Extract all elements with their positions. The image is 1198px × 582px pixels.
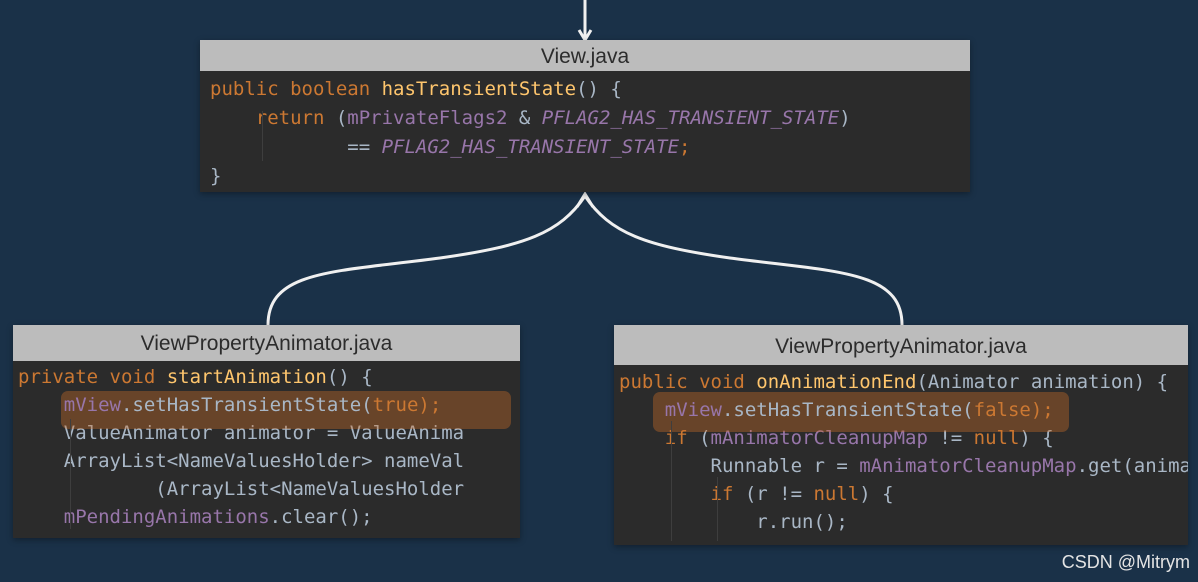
code-token: (Animator animation) { bbox=[916, 371, 1169, 393]
code-token: & bbox=[507, 107, 542, 129]
view-java-code: public boolean hasTransientState() { ret… bbox=[200, 71, 970, 191]
code-line: mView.setHasTransientState(false); bbox=[619, 396, 1188, 424]
code-line: mPendingAnimations.clear(); bbox=[18, 503, 520, 531]
code-token: mView bbox=[63, 394, 121, 416]
right-connector-curve bbox=[583, 195, 904, 326]
code-token: hasTransientState bbox=[381, 78, 577, 100]
indent-guide bbox=[717, 477, 718, 541]
code-token: mPrivateFlags2 bbox=[347, 107, 508, 129]
code-line: public void onAnimationEnd(Animator anim… bbox=[619, 368, 1188, 396]
code-token: (r != bbox=[733, 483, 814, 505]
left-connector-curve bbox=[266, 195, 587, 326]
indent-guide bbox=[262, 111, 263, 161]
code-token: } bbox=[210, 165, 222, 187]
code-token: Runnable r = bbox=[619, 455, 860, 477]
code-token: mAnimatorCleanupMap bbox=[859, 455, 1077, 477]
on-animation-end-code: public void onAnimationEnd(Animator anim… bbox=[614, 365, 1189, 541]
code-token: ; bbox=[679, 136, 691, 158]
code-line: r.run(); bbox=[619, 508, 1188, 536]
code-token: public void bbox=[619, 371, 757, 393]
code-token: () { bbox=[326, 366, 373, 388]
indent-guide bbox=[671, 421, 672, 541]
code-token: onAnimationEnd bbox=[756, 371, 917, 393]
code-token: r.run(); bbox=[619, 511, 848, 533]
code-token: ) bbox=[839, 107, 851, 129]
code-token: private void bbox=[18, 366, 167, 388]
csdn-watermark: CSDN @Mitrym bbox=[1061, 552, 1190, 572]
code-token: public boolean bbox=[210, 78, 382, 100]
start-animation-title: ViewPropertyAnimator.java bbox=[13, 325, 520, 361]
indent-guide bbox=[70, 419, 71, 529]
start-animation-code-window: ViewPropertyAnimator.java private void s… bbox=[13, 325, 520, 538]
code-line: private void startAnimation() { bbox=[18, 363, 520, 391]
code-token: mView bbox=[664, 399, 722, 421]
code-token: ( bbox=[324, 107, 348, 129]
code-token: .clear(); bbox=[269, 506, 373, 528]
code-token: true bbox=[372, 394, 419, 416]
code-token: null bbox=[813, 483, 860, 505]
code-line: Runnable r = mAnimatorCleanupMap.get(ani… bbox=[619, 452, 1189, 480]
code-token: startAnimation bbox=[166, 366, 327, 388]
on-animation-end-code-window: ViewPropertyAnimator.java public void on… bbox=[614, 325, 1188, 545]
code-line: return (mPrivateFlags2 & PFLAG2_HAS_TRAN… bbox=[210, 104, 970, 133]
code-token: ); bbox=[1030, 399, 1054, 421]
code-line: mView.setHasTransientState(true); bbox=[18, 391, 520, 419]
code-token: ArrayList<NameValuesHolder> nameVal bbox=[18, 450, 465, 472]
code-token: return bbox=[255, 107, 325, 129]
code-token: () { bbox=[576, 78, 622, 100]
code-line: if (r != null) { bbox=[619, 480, 1188, 508]
code-token: .setHasTransientState( bbox=[721, 399, 974, 421]
code-token: PFLAG2_HAS_TRANSIENT_STATE bbox=[381, 136, 680, 158]
start-animation-code: private void startAnimation() { mView.se… bbox=[13, 361, 520, 531]
code-token: (ArrayList<NameValuesHolder bbox=[18, 478, 465, 500]
on-animation-end-title: ViewPropertyAnimator.java bbox=[614, 325, 1188, 365]
code-token: false bbox=[973, 399, 1031, 421]
merge-arrow-head bbox=[575, 191, 595, 208]
code-token: .get(anima bbox=[1076, 455, 1188, 477]
code-token: mPendingAnimations bbox=[63, 506, 270, 528]
code-line: == PFLAG2_HAS_TRANSIENT_STATE; bbox=[210, 133, 970, 162]
code-token: == bbox=[210, 136, 382, 158]
code-line: (ArrayList<NameValuesHolder bbox=[18, 475, 520, 503]
code-token: ); bbox=[418, 394, 442, 416]
code-token: .setHasTransientState( bbox=[120, 394, 373, 416]
code-line: } bbox=[210, 162, 970, 191]
code-token: ) { bbox=[859, 483, 894, 505]
code-line: public boolean hasTransientState() { bbox=[210, 75, 970, 104]
code-token: PFLAG2_HAS_TRANSIENT_STATE bbox=[541, 107, 840, 129]
view-java-title: View.java bbox=[200, 40, 970, 71]
code-line: ArrayList<NameValuesHolder> nameVal bbox=[18, 447, 520, 475]
code-token: if bbox=[710, 483, 734, 505]
view-java-code-window: View.java public boolean hasTransientSta… bbox=[200, 40, 970, 192]
